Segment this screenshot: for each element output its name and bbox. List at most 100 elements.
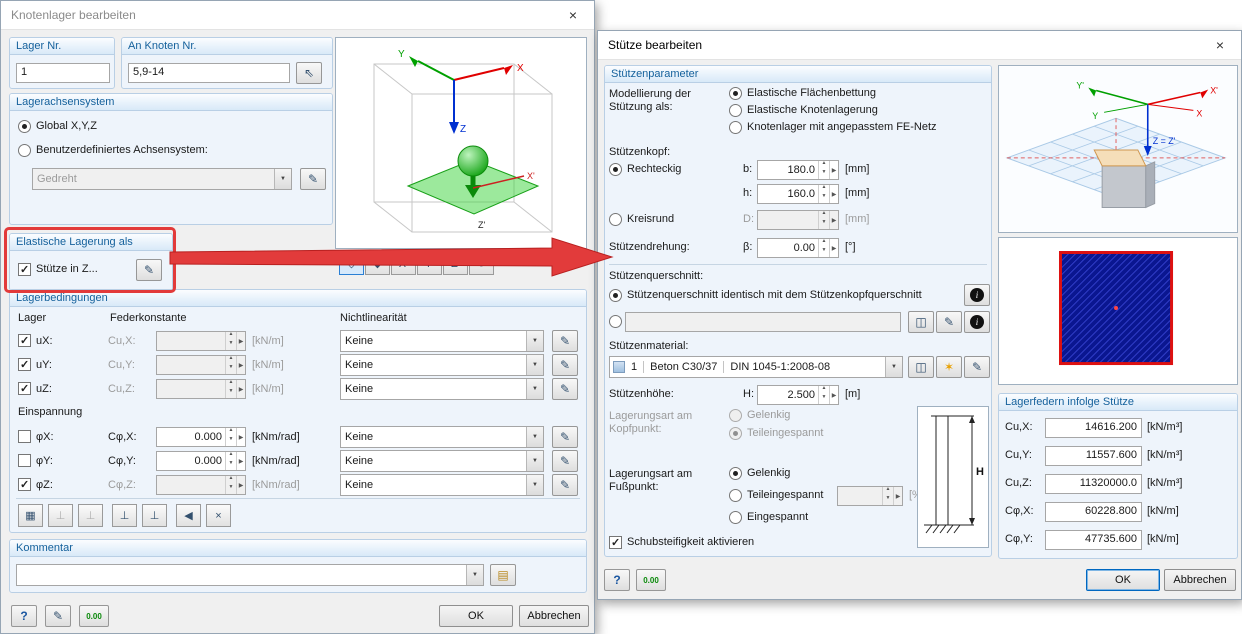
spring-constant-input[interactable] (156, 379, 246, 399)
kommentar-select[interactable] (16, 564, 484, 586)
rotated-axes-edit-button[interactable]: ✎ (300, 168, 326, 190)
stuetze-in-z-checkbox[interactable] (18, 263, 31, 276)
preview-view-button-1[interactable]: ◇ (339, 252, 364, 275)
preset-support-free-button[interactable]: ◀ (176, 504, 201, 527)
querschnitt-identisch-radio[interactable] (609, 289, 622, 302)
material-edit-button[interactable]: ✎ (964, 356, 990, 378)
uz-checkbox[interactable] (18, 382, 31, 395)
phix-checkbox[interactable] (18, 430, 31, 443)
spinner-arrows-icon[interactable] (818, 239, 829, 257)
nonlinearity-edit-button[interactable]: ✎ (552, 330, 578, 352)
preset-support-sliding-y-button[interactable]: ⊥ (142, 504, 167, 527)
nonlinearity-select[interactable]: Keine (340, 378, 544, 400)
preview-view-button-2[interactable]: ◆ (365, 252, 390, 275)
spinner-expand-icon[interactable] (236, 356, 245, 374)
phiz-checkbox[interactable] (18, 478, 31, 491)
edit-note-button[interactable]: ✎ (45, 605, 71, 627)
material-new-button[interactable]: ✶ (936, 356, 962, 378)
spinner-arrows-icon[interactable] (818, 211, 829, 229)
help-button[interactable]: ? (11, 605, 37, 627)
spring-constant-input[interactable] (156, 475, 246, 495)
kopf-gelenkig-radio[interactable] (729, 409, 742, 422)
nonlinearity-select[interactable]: Keine (340, 354, 544, 376)
spinner-expand-icon[interactable] (893, 487, 902, 505)
nonlinearity-edit-button[interactable]: ✎ (552, 378, 578, 400)
units-button[interactable]: 0.00 (636, 569, 666, 591)
fe-netz-radio[interactable] (729, 121, 742, 134)
schubsteifigkeit-checkbox[interactable] (609, 536, 622, 549)
preview-view-button-4[interactable]: Y' (417, 252, 442, 275)
knoten-nr-input[interactable]: 5,9-14 (128, 63, 290, 83)
preview-view-button-5[interactable]: Z' (443, 252, 468, 275)
nonlinearity-select[interactable]: Keine (340, 474, 544, 496)
querschnitt-custom-info-button[interactable]: i (964, 311, 990, 333)
kommentar-browse-button[interactable]: ▤ (490, 564, 516, 586)
preview-view-button-6[interactable]: ↺ (469, 252, 494, 275)
spinner-arrows-icon[interactable] (225, 452, 236, 470)
spinner-expand-icon[interactable] (829, 185, 838, 203)
querschnitt-custom-radio[interactable] (609, 315, 622, 328)
spinner-arrows-icon[interactable] (225, 380, 236, 398)
nonlinearity-select[interactable]: Keine (340, 450, 544, 472)
ux-checkbox[interactable] (18, 334, 31, 347)
nonlinearity-edit-button[interactable]: ✎ (552, 450, 578, 472)
material-select[interactable]: 1 Beton C30/37 DIN 1045-1:2008-08 (609, 356, 903, 378)
preset-support-rigid-button[interactable]: ⊥ (48, 504, 73, 527)
flaechenbettung-radio[interactable] (729, 87, 742, 100)
nonlinearity-edit-button[interactable]: ✎ (552, 354, 578, 376)
b-input[interactable]: 180.0 (757, 160, 839, 180)
spinner-arrows-icon[interactable] (818, 161, 829, 179)
phiy-checkbox[interactable] (18, 454, 31, 467)
ok-button[interactable]: OK (439, 605, 513, 627)
spinner-arrows-icon[interactable] (225, 356, 236, 374)
fuss-eingespannt-radio[interactable] (729, 511, 742, 524)
nonlinearity-edit-button[interactable]: ✎ (552, 426, 578, 448)
pick-nodes-button[interactable]: ⇖ (296, 62, 322, 84)
hoehe-input[interactable]: 2.500 (757, 385, 839, 405)
spinner-arrows-icon[interactable] (882, 487, 893, 505)
lager-nr-input[interactable]: 1 (16, 63, 110, 83)
spinner-arrows-icon[interactable] (225, 476, 236, 494)
knotenlagerung-radio[interactable] (729, 104, 742, 117)
spinner-expand-icon[interactable] (829, 239, 838, 257)
querschnitt-info-button[interactable]: i (964, 284, 990, 306)
rotated-axes-select[interactable]: Gedreht (32, 168, 292, 190)
close-icon[interactable]: × (552, 1, 594, 30)
spinner-expand-icon[interactable] (236, 476, 245, 494)
spring-constant-input[interactable]: 0.000 (156, 451, 246, 471)
spring-constant-input[interactable] (156, 355, 246, 375)
cancel-button[interactable]: Abbrechen (1164, 569, 1236, 591)
spinner-expand-icon[interactable] (829, 386, 838, 404)
d-input[interactable] (757, 210, 839, 230)
spinner-expand-icon[interactable] (236, 452, 245, 470)
beta-input[interactable]: 0.00 (757, 238, 839, 258)
cancel-button[interactable]: Abbrechen (519, 605, 589, 627)
close-icon[interactable]: × (1199, 31, 1241, 60)
spinner-expand-icon[interactable] (829, 211, 838, 229)
uy-checkbox[interactable] (18, 358, 31, 371)
custom-axes-radio[interactable] (18, 144, 31, 157)
fuss-teileingespannt-radio[interactable] (729, 489, 742, 502)
global-xyz-radio[interactable] (18, 120, 31, 133)
nonlinearity-edit-button[interactable]: ✎ (552, 474, 578, 496)
ok-button[interactable]: OK (1086, 569, 1160, 591)
spinner-arrows-icon[interactable] (818, 185, 829, 203)
preset-support-sliding-button[interactable]: ⊥ (78, 504, 103, 527)
spinner-expand-icon[interactable] (236, 332, 245, 350)
preset-support-sliding-x-button[interactable]: ⊥ (112, 504, 137, 527)
spring-constant-input[interactable] (156, 331, 246, 351)
rechteckig-radio[interactable] (609, 163, 622, 176)
preset-support-delete-button[interactable]: × (206, 504, 231, 527)
spinner-arrows-icon[interactable] (225, 332, 236, 350)
kreisrund-radio[interactable] (609, 213, 622, 226)
spinner-arrows-icon[interactable] (818, 386, 829, 404)
teileingespannt-percent-input[interactable] (837, 486, 903, 506)
kopf-teileingespannt-radio[interactable] (729, 427, 742, 440)
spring-constant-input[interactable]: 0.000 (156, 427, 246, 447)
edit-column-button[interactable]: ✎ (136, 259, 162, 281)
units-button[interactable]: 0.00 (79, 605, 109, 627)
help-button[interactable]: ? (604, 569, 630, 591)
preview-view-button-3[interactable]: X' (391, 252, 416, 275)
material-library-button[interactable]: ◫ (908, 356, 934, 378)
nonlinearity-select[interactable]: Keine (340, 330, 544, 352)
